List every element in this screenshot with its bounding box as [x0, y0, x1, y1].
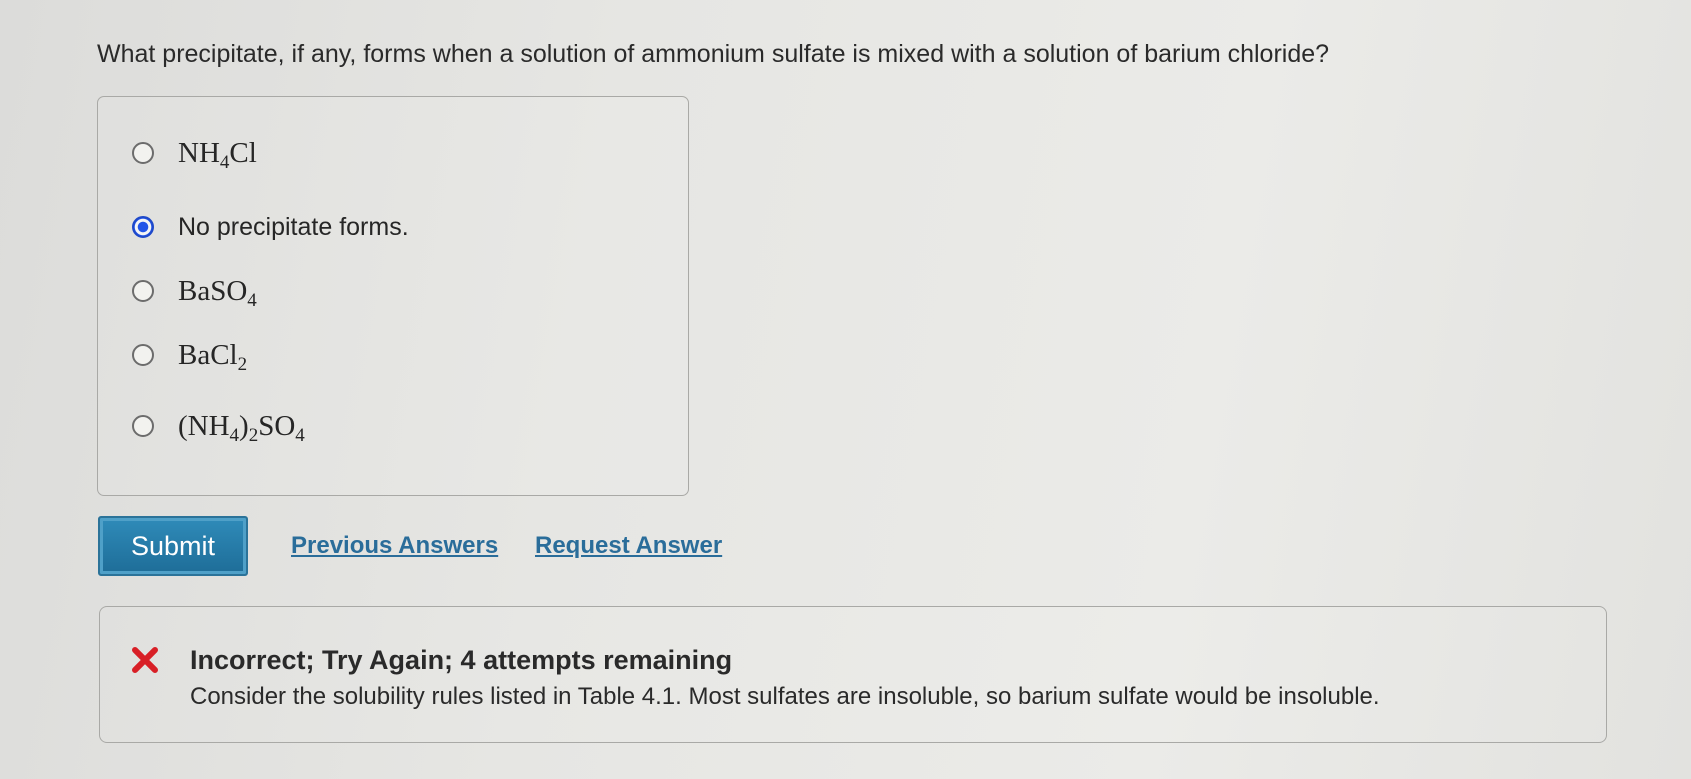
radio-button[interactable]: [132, 142, 154, 164]
submit-button[interactable]: Submit: [98, 516, 248, 576]
feedback-message: Consider the solubility rules listed in …: [190, 683, 1380, 710]
option-label: BaCl2: [178, 338, 248, 375]
option-no-precipitate[interactable]: No precipitate forms.: [132, 207, 409, 247]
feedback-panel: Incorrect; Try Again; 4 attempts remaini…: [99, 606, 1607, 743]
radio-button-selected[interactable]: [132, 216, 154, 238]
option-label: BaSO4: [178, 274, 257, 311]
radio-button[interactable]: [132, 344, 154, 366]
option-bacl2[interactable]: BaCl2: [132, 335, 247, 375]
option-label: No precipitate forms.: [178, 212, 409, 241]
option-nh4cl[interactable]: NH4Cl: [132, 133, 257, 173]
radio-button[interactable]: [132, 415, 154, 437]
feedback-title: Incorrect; Try Again; 4 attempts remaini…: [190, 645, 733, 675]
previous-answers-link[interactable]: Previous Answers: [291, 532, 498, 560]
radio-button[interactable]: [132, 280, 154, 302]
option-nh4-2so4[interactable]: (NH4)2SO4: [132, 406, 305, 446]
x-icon: [132, 647, 158, 673]
option-label: NH4Cl: [178, 136, 257, 173]
option-baso4[interactable]: BaSO4: [132, 271, 257, 311]
option-label: (NH4)2SO4: [178, 409, 305, 446]
request-answer-link[interactable]: Request Answer: [535, 532, 722, 560]
question-text: What precipitate, if any, forms when a s…: [97, 40, 1330, 68]
answer-options-group: NH4Cl No precipitate forms. BaSO4 BaCl2 …: [97, 96, 689, 496]
